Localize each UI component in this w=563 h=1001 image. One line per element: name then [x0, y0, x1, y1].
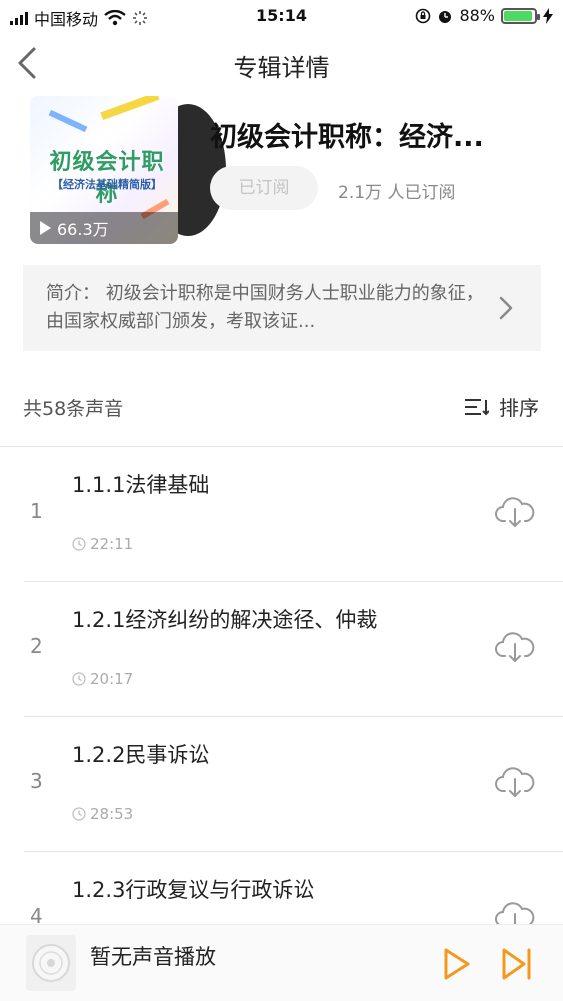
track-duration-value: 22:11 — [90, 535, 134, 553]
track-row[interactable]: 1 1.1.1法律基础 22:11 — [0, 447, 563, 582]
track-title: 1.2.1经济纠纷的解决途径、仲裁 — [72, 608, 378, 632]
track-index: 1 — [30, 499, 43, 523]
track-index: 2 — [30, 634, 43, 658]
rotation-lock-icon — [416, 8, 431, 23]
track-row[interactable]: 2 1.2.1经济纠纷的解决途径、仲裁 20:17 — [0, 582, 563, 717]
alarm-icon — [439, 10, 452, 23]
next-track-button[interactable] — [500, 947, 534, 981]
player-status: 暂无声音播放 — [90, 945, 216, 969]
disc-icon[interactable] — [26, 935, 76, 991]
cover-subtitle: 【经济法基础精简版】 — [52, 178, 162, 191]
play-button[interactable] — [442, 947, 472, 981]
album-cover-image: 初级会计职称 【经济法基础精简版】 66.3万 — [30, 96, 178, 244]
sort-icon — [465, 398, 489, 415]
list-header: 共58条声音 排序 — [0, 380, 563, 434]
play-count: 66.3万 — [30, 212, 178, 244]
sort-button[interactable]: 排序 — [463, 392, 539, 421]
album-cover[interactable]: 初级会计职称 【经济法基础精简版】 66.3万 — [30, 96, 226, 244]
clock-icon — [72, 672, 86, 686]
status-bar: 中国移动 15:14 88% — [0, 0, 563, 32]
play-icon — [40, 221, 51, 235]
track-count: 共58条声音 — [23, 398, 124, 420]
charging-icon — [543, 7, 553, 24]
album-title: 初级会计职称：经济... — [210, 122, 484, 153]
track-duration: 20:17 — [72, 670, 133, 688]
track-duration: 28:53 — [72, 805, 133, 823]
battery-icon — [501, 7, 540, 24]
track-duration-value: 28:53 — [90, 805, 134, 823]
track-index: 3 — [30, 769, 43, 793]
mini-player[interactable]: 暂无声音播放 — [0, 924, 563, 1001]
track-title: 1.1.1法律基础 — [72, 473, 210, 497]
chevron-right-icon — [499, 296, 513, 320]
track-duration-value: 20:17 — [90, 670, 134, 688]
subscribed-button[interactable]: 已订阅 — [210, 166, 318, 210]
cloud-download-icon[interactable] — [495, 495, 535, 529]
subscriber-count: 2.1万 人已订阅 — [338, 183, 456, 203]
battery-percent: 88% — [459, 6, 495, 25]
track-title: 1.2.2民事诉讼 — [72, 743, 210, 767]
cloud-download-icon[interactable] — [495, 765, 535, 799]
track-row[interactable]: 3 1.2.2民事诉讼 28:53 — [0, 717, 563, 852]
cloud-download-icon[interactable] — [495, 630, 535, 664]
track-title: 1.2.3行政复议与行政诉讼 — [72, 878, 315, 902]
intro-text: 简介： 初级会计职称是中国财务人士职业能力的象征，由国家权威部门颁发，考取该证.… — [46, 283, 484, 332]
track-duration: 22:11 — [72, 535, 133, 553]
page-title: 专辑详情 — [233, 54, 330, 82]
album-intro[interactable]: 简介： 初级会计职称是中国财务人士职业能力的象征，由国家权威部门颁发，考取该证.… — [23, 265, 541, 351]
clock-icon — [72, 537, 86, 551]
sort-label: 排序 — [499, 396, 539, 420]
play-count-value: 66.3万 — [57, 220, 109, 239]
clock-icon — [72, 807, 86, 821]
nav-bar: 专辑详情 — [0, 32, 563, 94]
